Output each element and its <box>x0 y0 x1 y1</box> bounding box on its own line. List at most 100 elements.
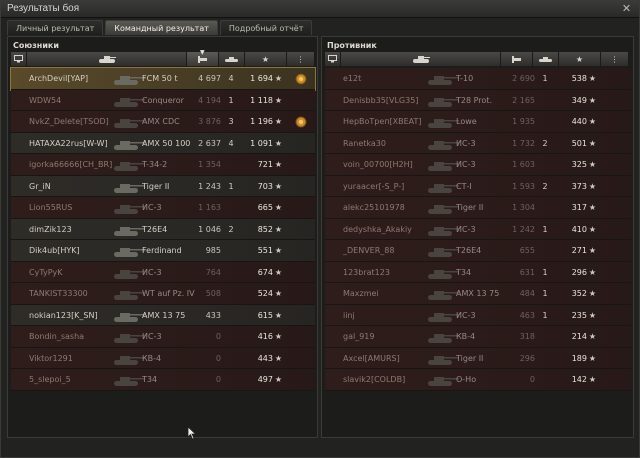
achievements-icon[interactable]: ⋮ <box>287 52 315 66</box>
title-bar[interactable]: Результаты боя ✕ <box>1 1 639 18</box>
table-row[interactable]: Maxzmei AMX 13 75 484 1 352 ★ <box>325 283 631 305</box>
table-row[interactable]: HepBoTpeп[XBEAT] Lowe 1 935 440 ★ <box>325 111 631 133</box>
tab-team-result[interactable]: Командный результат <box>105 20 218 35</box>
table-row[interactable]: Ranetka30 ИС-3 1 732 2 501 ★ <box>325 132 631 154</box>
player-name: _DENVER_88 <box>343 246 395 255</box>
tank-type-icon[interactable] <box>27 52 187 66</box>
medal-icon[interactable] <box>294 72 308 86</box>
kills-value <box>227 240 235 261</box>
tank-name: T-34-2 <box>142 160 168 169</box>
table-row[interactable]: dimZik123 T26E4 1 046 2 852 ★ <box>11 218 315 240</box>
xp-value: 235 <box>571 310 587 320</box>
tank-type-icon[interactable] <box>341 52 501 66</box>
kills-value <box>541 197 549 218</box>
xp-value: 703 <box>257 181 273 191</box>
tank-name: T26E4 <box>456 246 482 255</box>
table-row[interactable]: ArchDevil[YAP] FCM 50 t 4 697 4 1 694 ★ <box>10 67 316 91</box>
kills-value <box>227 154 235 175</box>
player-name: iinj <box>343 310 355 320</box>
medal-icon[interactable] <box>294 115 308 129</box>
xp-star-icon: ★ <box>274 74 283 83</box>
xp-star-icon: ★ <box>588 375 597 384</box>
xp-star-icon: ★ <box>274 267 283 277</box>
table-row[interactable]: Axcel[AMURS] Tiger II 296 189 ★ <box>325 347 631 369</box>
damage-value: 631 <box>519 267 535 277</box>
table-row[interactable]: alekc25101978 Tiger II 1 304 317 ★ <box>325 197 631 219</box>
xp-star-icon: ★ <box>274 224 283 234</box>
kills-value: 2 <box>228 224 234 234</box>
table-row[interactable]: voin_00700[H2H] ИС-3 1 603 325 ★ <box>325 154 631 176</box>
damage-sort-icon[interactable]: ▼ <box>187 49 219 66</box>
xp-value: 551 <box>257 246 273 255</box>
damage-value: 4 697 <box>198 74 221 83</box>
tank-name: T26E4 <box>142 224 168 234</box>
damage-value: 296 <box>519 353 535 363</box>
table-row[interactable]: Viktor1291 КВ-4 0 443 ★ <box>11 347 315 369</box>
table-row[interactable]: dedyshka_Akakiy ИС-3 1 242 1 410 ★ <box>325 218 631 240</box>
table-row[interactable]: TANKIST33300 WT auf Pz. IV 508 524 ★ <box>11 283 315 305</box>
damage-icon[interactable] <box>501 52 533 66</box>
xp-icon[interactable]: ★ <box>559 52 601 66</box>
player-name: slavik2[COLDB] <box>343 375 406 384</box>
kills-value <box>541 90 549 111</box>
xp-star-icon: ★ <box>274 95 283 105</box>
squad-icon[interactable] <box>325 52 341 66</box>
xp-star-icon: ★ <box>588 95 597 105</box>
tab-personal-result[interactable]: Личный результат <box>7 20 104 35</box>
table-row[interactable]: Lion55RUS ИС-3 1 163 665 ★ <box>11 197 315 219</box>
squad-icon[interactable] <box>11 52 27 66</box>
table-row[interactable]: Gr_iN Tiger II 1 243 1 703 ★ <box>11 175 315 197</box>
table-row[interactable]: HATAXA22rus[W-W] AMX 50 100 2 637 4 1 091 ★ <box>11 132 315 154</box>
xp-star-icon: ★ <box>588 138 597 148</box>
kills-value: 1 <box>542 310 548 320</box>
table-row[interactable]: Denisbb35[VLG35] T28 Prot. 2 165 349 ★ <box>325 89 631 111</box>
xp-value: 497 <box>257 375 273 384</box>
xp-value: 317 <box>571 203 587 212</box>
mouse-cursor-icon <box>187 426 197 440</box>
xp-value: 674 <box>257 267 273 277</box>
player-name: CyTyPyK <box>29 267 63 277</box>
damage-value: 1 304 <box>512 203 535 212</box>
table-row[interactable]: 5_slepoi_5 T34 0 497 ★ <box>11 369 315 391</box>
table-row[interactable]: NvkZ_Delete[TSOD] AMX CDC 3 876 3 1 196 ★ <box>11 111 315 133</box>
table-row[interactable]: CyTyPyK ИС-3 764 674 ★ <box>11 261 315 283</box>
table-row[interactable]: Dik4ub[HYK] Ferdinand 985 551 ★ <box>11 240 315 262</box>
player-name: 5_slepoi_5 <box>29 375 71 384</box>
damage-value: 655 <box>519 246 535 255</box>
tank-name: ИС-3 <box>456 224 476 234</box>
tank-name: WT auf Pz. IV <box>142 289 195 298</box>
table-row[interactable]: e12t T-10 2 690 1 538 ★ <box>325 68 631 90</box>
achievements-icon[interactable]: ⋮ <box>601 52 629 66</box>
table-row[interactable]: iinj ИС-3 463 1 235 ★ <box>325 304 631 326</box>
table-row[interactable]: WDW54 Conqueror 4 194 1 1 118 ★ <box>11 89 315 111</box>
kills-value <box>541 240 549 261</box>
table-row[interactable]: _DENVER_88 T26E4 655 271 ★ <box>325 240 631 262</box>
damage-value: 1 354 <box>198 160 221 169</box>
xp-icon[interactable]: ★ <box>245 52 287 66</box>
tank-name: T34 <box>456 267 472 277</box>
damage-value: 433 <box>205 310 221 320</box>
kills-value: 1 <box>228 181 234 191</box>
damage-value: 0 <box>215 353 221 363</box>
table-row[interactable]: slavik2[COLDB] О-Но 0 142 ★ <box>325 369 631 391</box>
table-row[interactable]: yuraacer[-S_P-] СТ-I 1 593 2 373 ★ <box>325 175 631 197</box>
xp-star-icon: ★ <box>274 246 283 255</box>
close-icon[interactable]: ✕ <box>620 2 633 15</box>
kills-icon[interactable] <box>219 52 245 66</box>
damage-value: 1 593 <box>512 181 535 191</box>
table-row[interactable]: nokian123[K_SN] AMX 13 75 433 615 ★ <box>11 304 315 326</box>
xp-value: 538 <box>571 74 587 83</box>
table-row[interactable]: igorka66666[CH_BR] T-34-2 1 354 721 ★ <box>11 154 315 176</box>
player-name: dedyshka_Akakiy <box>343 224 412 234</box>
xp-star-icon: ★ <box>274 203 283 212</box>
damage-value: 0 <box>529 375 535 384</box>
xp-star-icon: ★ <box>274 181 283 191</box>
table-row[interactable]: 123brat123 T34 631 1 296 ★ <box>325 261 631 283</box>
table-row[interactable]: Bondin_sasha ИС-3 0 416 ★ <box>11 326 315 348</box>
damage-value: 1 046 <box>198 224 221 234</box>
tank-name: T34 <box>142 375 158 384</box>
kills-value <box>541 369 549 390</box>
kills-icon[interactable] <box>533 52 559 66</box>
tab-detailed-report[interactable]: Подробный отчёт <box>219 20 313 35</box>
table-row[interactable]: gal_919 КВ-4 318 214 ★ <box>325 326 631 348</box>
